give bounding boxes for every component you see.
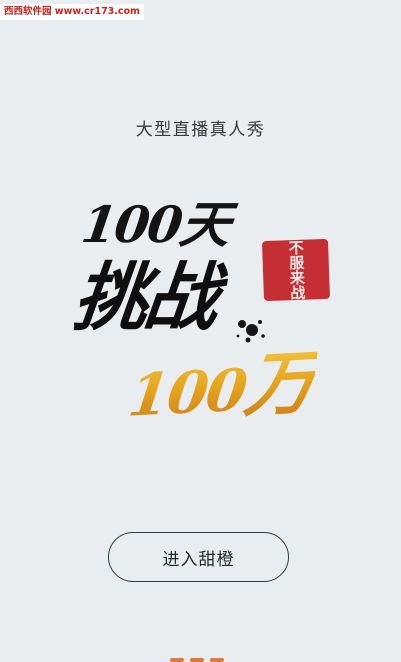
splash-screen: 西西软件园 www.cr173.com 大型直播真人秀 100天 挑战 100万…	[0, 0, 401, 662]
hero-line-100-days: 100天	[77, 195, 233, 254]
show-subtitle: 大型直播真人秀	[135, 120, 266, 140]
gold-number: 100	[124, 355, 250, 430]
red-seal-stamp: 不服来战	[261, 238, 331, 302]
hero-calligraphy: 100天 挑战 100万	[60, 195, 350, 455]
bottom-decoration-icon	[170, 658, 224, 662]
site-watermark: 西西软件园 www.cr173.com	[0, 4, 144, 20]
enter-app-button[interactable]: 进入甜橙	[108, 532, 289, 582]
hero-line-challenge: 挑战	[69, 255, 219, 341]
hero-line-million: 100万	[124, 342, 319, 435]
seal-text: 不服来战	[286, 239, 307, 301]
gold-char: 万	[240, 340, 320, 427]
